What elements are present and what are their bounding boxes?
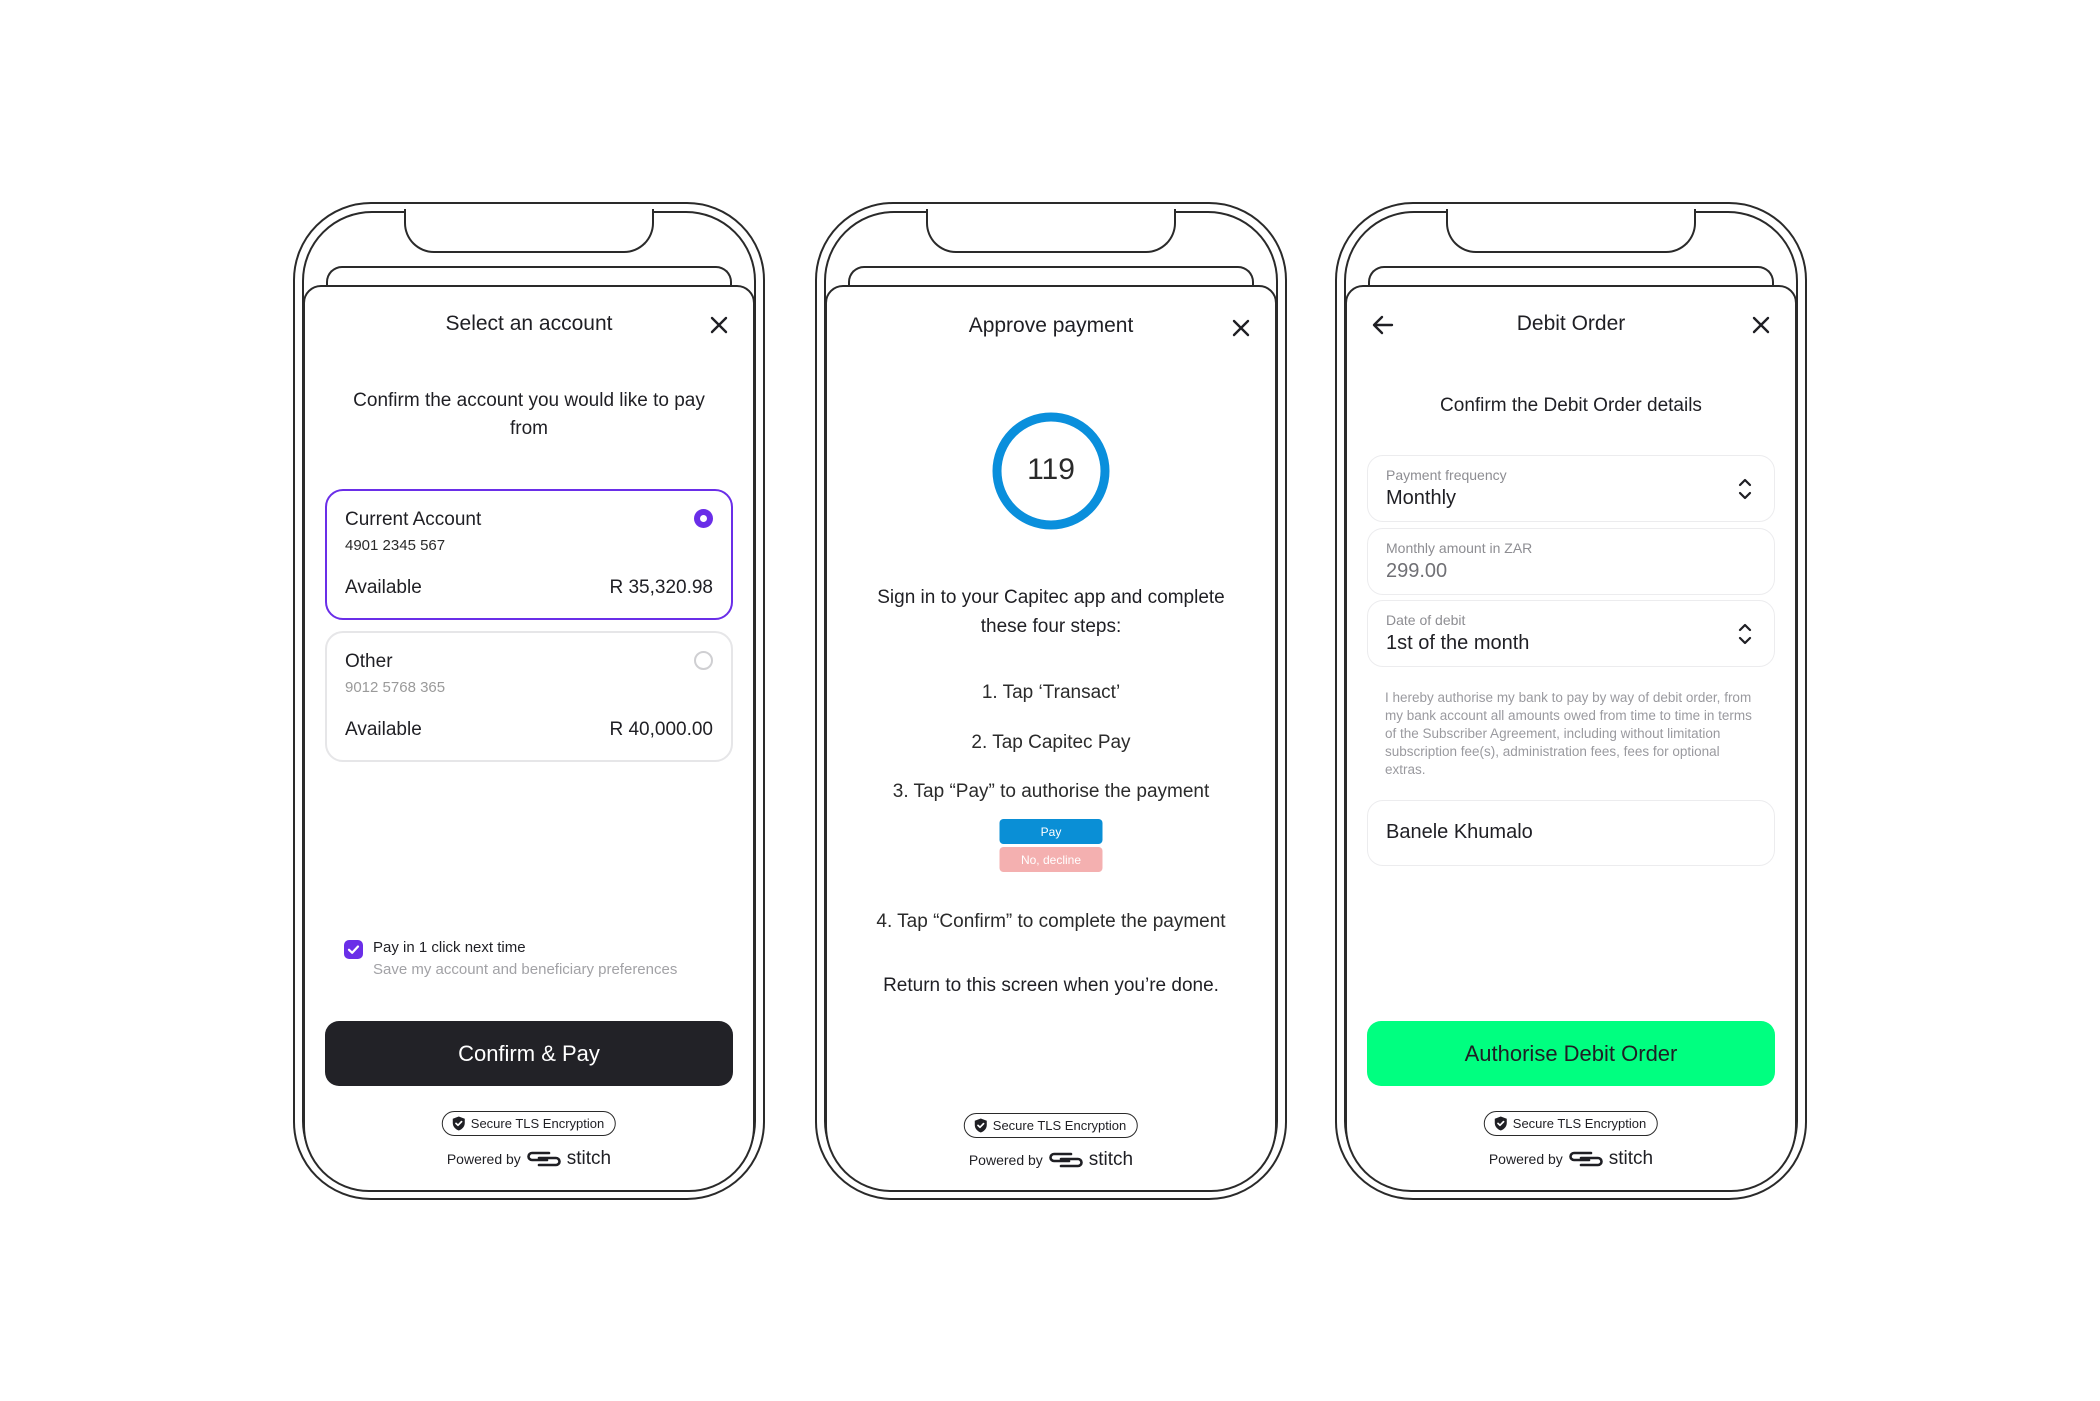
tls-badge: Secure TLS Encryption — [963, 1113, 1139, 1138]
field-label: Monthly amount in ZAR — [1386, 540, 1533, 556]
field-label: Payment frequency — [1386, 467, 1507, 483]
page-title: Select an account — [445, 312, 613, 335]
page-title: Debit Order — [1516, 312, 1626, 335]
stitch-logo-icon — [527, 1151, 561, 1167]
capitec-decline-illustration: No, decline — [999, 847, 1103, 872]
field-value: Monthly — [1386, 487, 1457, 509]
step-2: 2. Tap Capitec Pay — [971, 732, 1131, 753]
chevron-up-down-icon — [1738, 478, 1752, 500]
debit-order-mandate-text: I hereby authorise my bank to pay by way… — [1385, 690, 1752, 777]
one-click-sublabel: Save my account and beneficiary preferen… — [373, 961, 678, 978]
available-amount: R 40,000.00 — [609, 719, 713, 740]
account-card-current[interactable]: Current Account 4901 2345 567 Available … — [325, 489, 733, 620]
prompt-text: Confirm the account you would like to pa… — [353, 390, 705, 439]
radio-unselected[interactable] — [694, 651, 713, 670]
shield-check-icon — [452, 1116, 465, 1131]
powered-by-label: Powered by — [968, 1152, 1043, 1168]
brand-name: stitch — [566, 1148, 612, 1169]
authorise-debit-order-button[interactable]: Authorise Debit Order — [1367, 1021, 1775, 1086]
account-name: Other — [345, 651, 393, 672]
confirm-pay-button[interactable]: Confirm & Pay — [325, 1021, 733, 1086]
step-1: 1. Tap ‘Transact’ — [981, 682, 1121, 703]
tls-badge: Secure TLS Encryption — [441, 1111, 617, 1136]
phone-notch — [1446, 207, 1696, 253]
screen: Debit Order Confirm the Debit Order deta… — [1345, 285, 1797, 1192]
phone-notch — [404, 207, 654, 253]
screen: Select an account Confirm the account yo… — [303, 285, 755, 1192]
checkmark-icon — [347, 945, 360, 954]
available-label: Available — [345, 719, 422, 740]
powered-by-label: Powered by — [1488, 1151, 1563, 1167]
shield-check-icon — [974, 1118, 987, 1133]
one-click-label: Pay in 1 click next time — [373, 939, 526, 956]
phone-select-account: Select an account Confirm the account yo… — [293, 202, 765, 1200]
date-of-debit-select[interactable]: Date of debit 1st of the month — [1367, 600, 1775, 667]
step-3: 3. Tap “Pay” to authorise the payment — [892, 781, 1210, 802]
phone-notch — [926, 207, 1176, 253]
field-value: 299.00 — [1386, 560, 1448, 582]
close-icon[interactable] — [1231, 318, 1251, 338]
phone-approve-payment: Approve payment 119 Sign in to your Capi… — [815, 202, 1287, 1200]
account-holder-name: Banele Khumalo — [1386, 821, 1533, 843]
subtitle: Confirm the Debit Order details — [1440, 395, 1702, 416]
payment-frequency-select[interactable]: Payment frequency Monthly — [1367, 455, 1775, 522]
account-card-other[interactable]: Other 9012 5768 365 Available R 40,000.0… — [325, 631, 733, 762]
phone-debit-order: Debit Order Confirm the Debit Order deta… — [1335, 202, 1807, 1200]
tls-badge-label: Secure TLS Encryption — [1512, 1116, 1647, 1131]
account-name: Current Account — [345, 509, 482, 530]
capitec-pay-illustration: Pay — [999, 819, 1103, 844]
tls-badge-label: Secure TLS Encryption — [992, 1118, 1127, 1133]
account-holder-name-field[interactable]: Banele Khumalo — [1367, 800, 1775, 866]
powered-by: Powered by stitch — [305, 1148, 753, 1170]
stitch-logo-icon — [1569, 1151, 1603, 1167]
powered-by: Powered by stitch — [827, 1149, 1275, 1171]
tls-badge-label: Secure TLS Encryption — [470, 1116, 605, 1131]
account-number: 4901 2345 567 — [345, 537, 446, 554]
screen: Approve payment 119 Sign in to your Capi… — [825, 285, 1277, 1192]
countdown-value: 119 — [1027, 453, 1075, 486]
available-label: Available — [345, 577, 422, 598]
radio-selected[interactable] — [694, 509, 713, 528]
monthly-amount-field[interactable]: Monthly amount in ZAR 299.00 — [1367, 528, 1775, 595]
return-note: Return to this screen when you’re done. — [883, 975, 1219, 996]
step-4: 4. Tap “Confirm” to complete the payment — [876, 911, 1226, 932]
one-click-checkbox[interactable] — [344, 940, 363, 959]
brand-name: stitch — [1088, 1149, 1134, 1170]
shield-check-icon — [1494, 1116, 1507, 1131]
powered-by: Powered by stitch — [1347, 1148, 1795, 1170]
stitch-logo-icon — [1049, 1152, 1083, 1168]
page-title: Approve payment — [968, 314, 1134, 337]
field-label: Date of debit — [1386, 612, 1466, 628]
close-icon[interactable] — [1751, 315, 1771, 335]
close-icon[interactable] — [709, 315, 729, 335]
tls-badge: Secure TLS Encryption — [1483, 1111, 1659, 1136]
field-value: 1st of the month — [1386, 632, 1530, 654]
available-amount: R 35,320.98 — [609, 577, 713, 598]
instruction-text: Sign in to your Capitec app and complete… — [877, 587, 1225, 637]
brand-name: stitch — [1608, 1148, 1654, 1169]
powered-by-label: Powered by — [446, 1151, 521, 1167]
chevron-up-down-icon — [1738, 623, 1752, 645]
account-number: 9012 5768 365 — [345, 679, 446, 696]
